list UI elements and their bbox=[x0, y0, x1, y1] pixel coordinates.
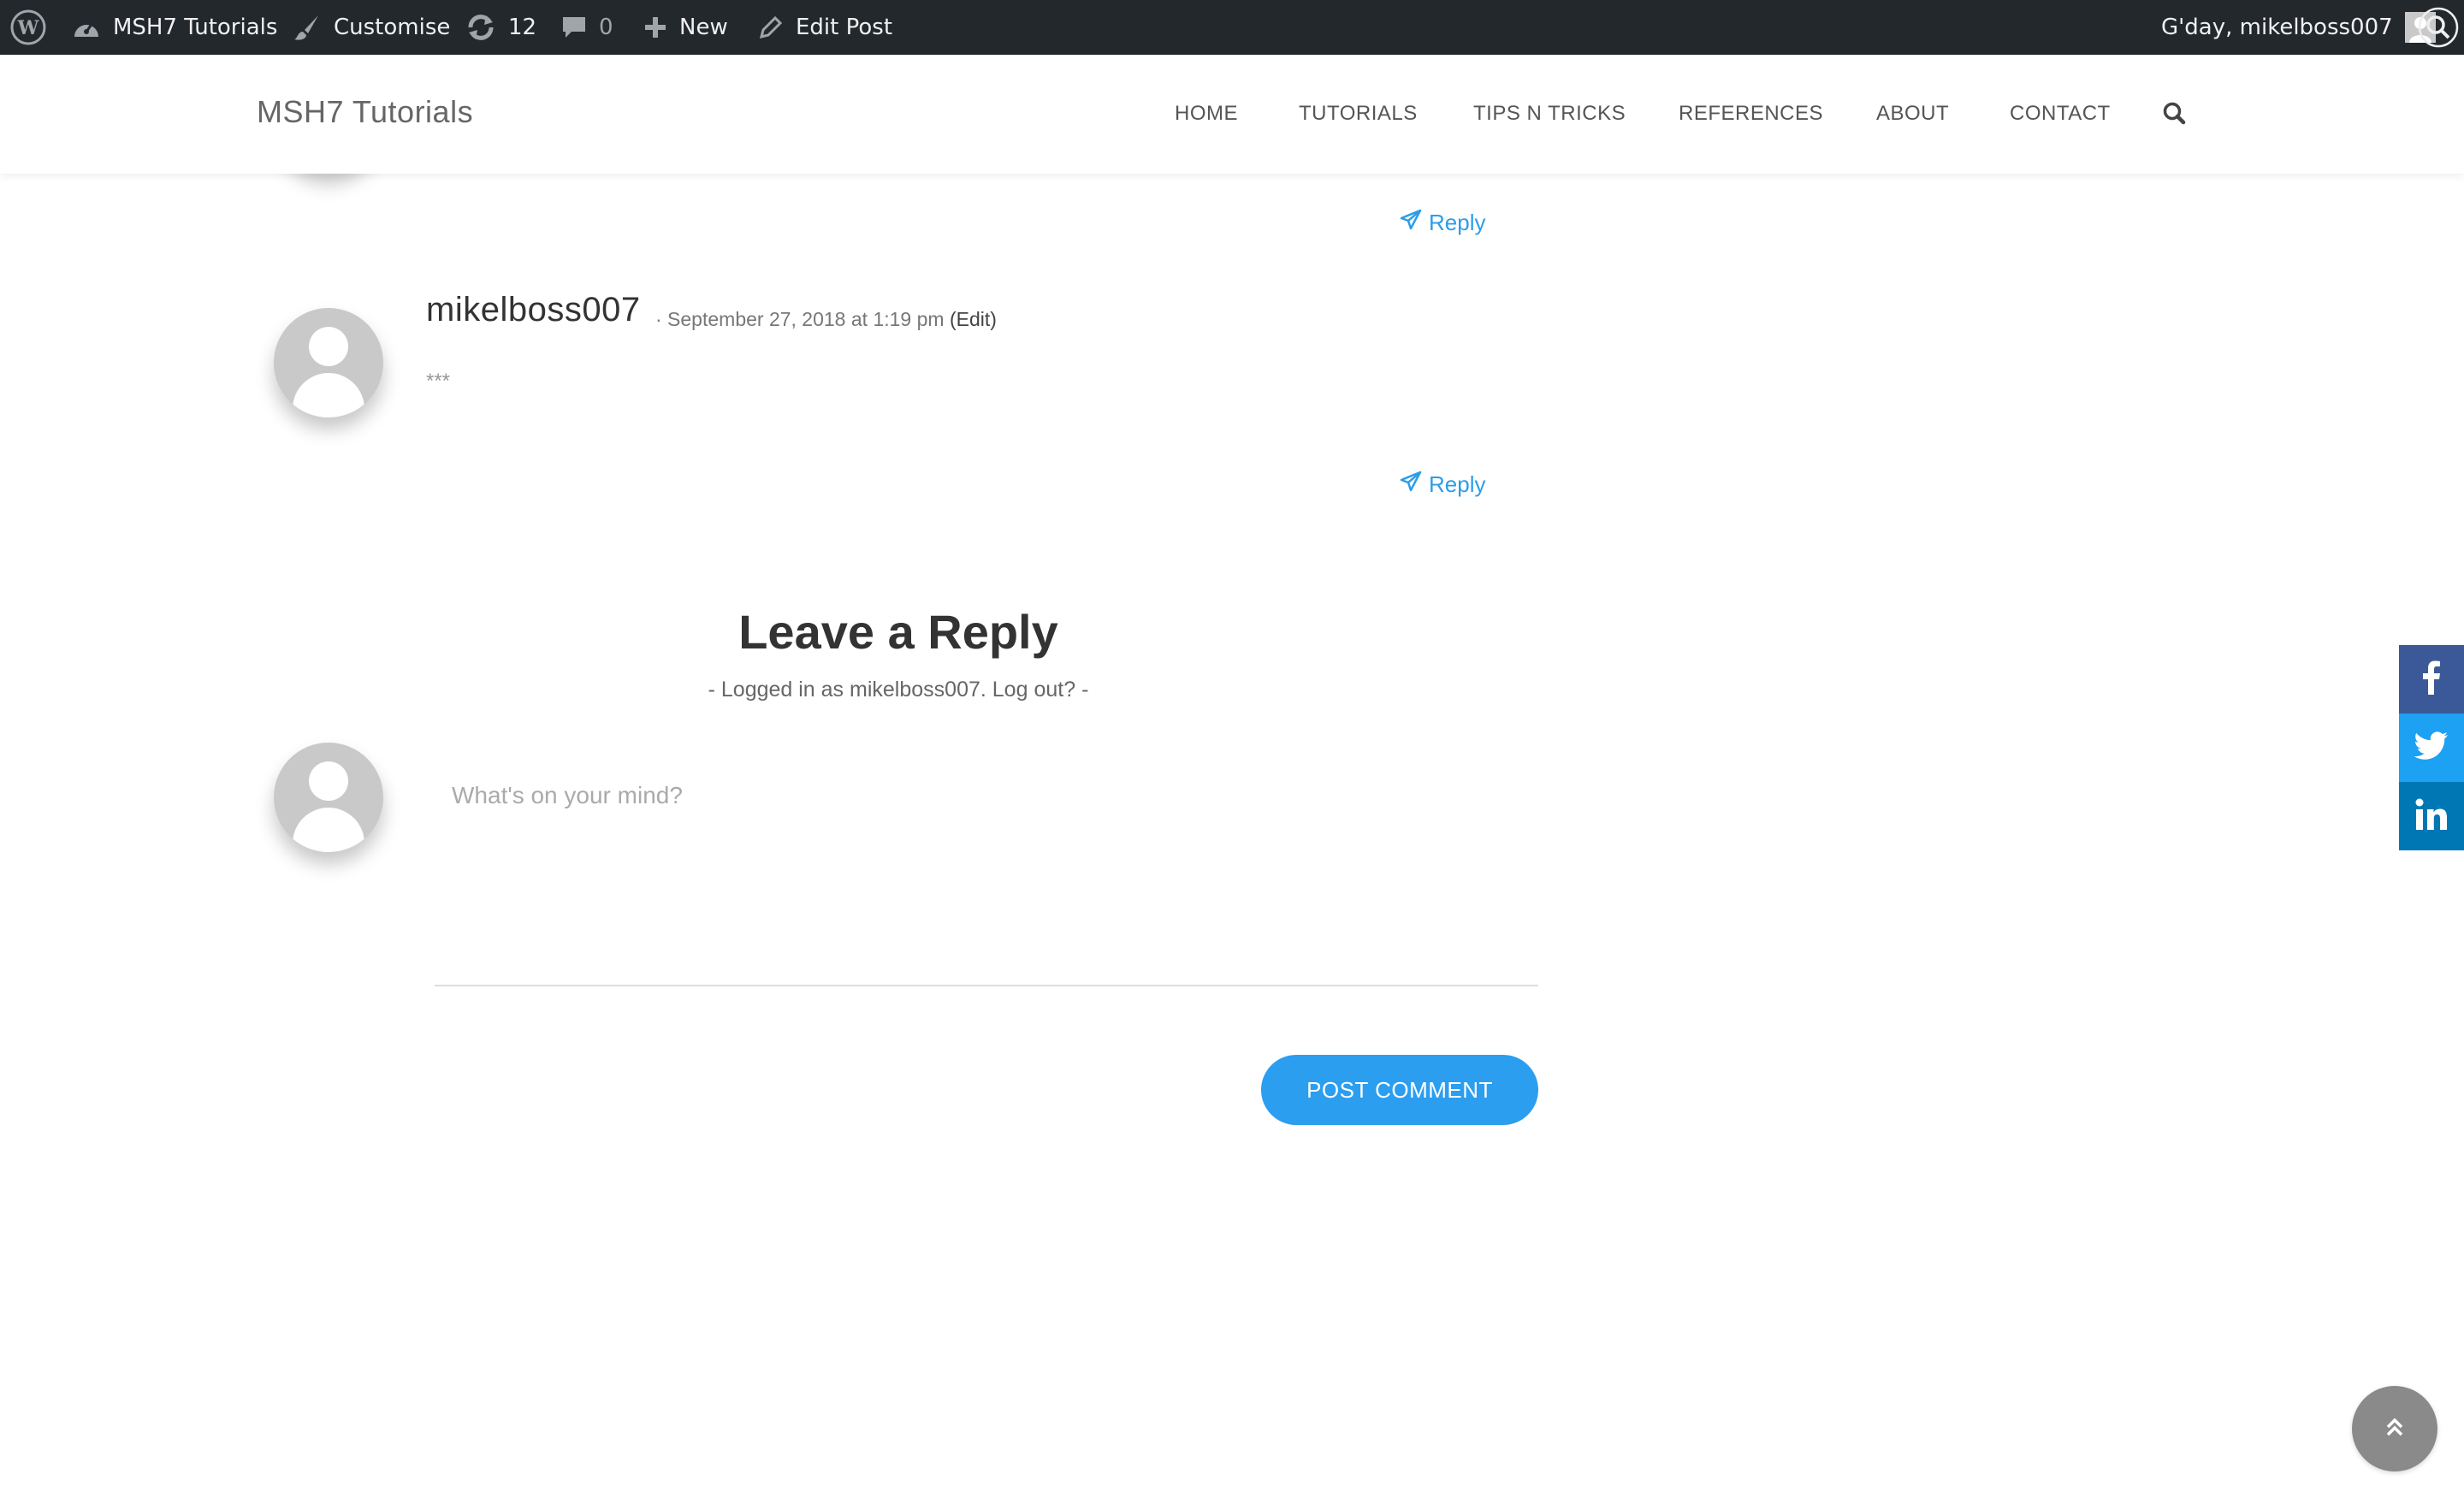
search-icon bbox=[2418, 7, 2459, 48]
svg-text:W: W bbox=[17, 17, 39, 39]
reply-label: Reply bbox=[1429, 471, 1486, 497]
nav-contact[interactable]: CONTACT bbox=[2010, 102, 2111, 126]
admin-bar: W MSH7 Tutorials Customise 12 0 New Edit… bbox=[0, 0, 2464, 55]
admin-search-button[interactable] bbox=[2418, 0, 2459, 55]
paper-plane-icon bbox=[1400, 471, 1422, 499]
comment-bubble-icon bbox=[561, 15, 587, 40]
wordpress-menu[interactable]: W bbox=[10, 0, 46, 55]
comment-textarea[interactable] bbox=[435, 770, 1538, 986]
post-comment-button[interactable]: POST COMMENT bbox=[1261, 1055, 1538, 1125]
comments-count: 0 bbox=[599, 15, 613, 40]
comment-text: *** bbox=[426, 370, 451, 393]
paintbrush-icon bbox=[293, 13, 322, 42]
comment-date[interactable]: · September 27, 2018 at 1:19 pm bbox=[655, 308, 945, 330]
edit-post-link[interactable]: Edit Post bbox=[758, 0, 892, 55]
dashboard-icon bbox=[72, 15, 101, 40]
nav-home[interactable]: HOME bbox=[1175, 102, 1238, 126]
updates-link[interactable]: 12 bbox=[465, 0, 536, 55]
share-twitter-button[interactable] bbox=[2399, 713, 2464, 782]
share-linkedin-button[interactable] bbox=[2399, 782, 2464, 850]
greeting-label: G'day, mikelboss007 bbox=[2161, 15, 2393, 40]
site-title[interactable]: MSH7 Tutorials bbox=[257, 94, 473, 130]
nav-references[interactable]: REFERENCES bbox=[1679, 102, 1823, 126]
customise-label: Customise bbox=[334, 15, 451, 40]
site-header: MSH7 Tutorials HOME TUTORIALS TIPS N TRI… bbox=[0, 55, 2464, 174]
logged-in-notice: - Logged in as mikelboss007. Log out? - bbox=[0, 678, 1797, 702]
nav-tips-n-tricks[interactable]: TIPS N TRICKS bbox=[1473, 102, 1626, 126]
twitter-icon bbox=[2414, 731, 2449, 765]
pencil-icon bbox=[758, 15, 784, 40]
share-facebook-button[interactable] bbox=[2399, 645, 2464, 713]
logged-in-user-link[interactable]: mikelboss007. bbox=[850, 678, 986, 702]
site-name-link[interactable]: MSH7 Tutorials bbox=[72, 0, 277, 55]
logged-in-suffix: - bbox=[1081, 678, 1089, 702]
comments-link[interactable]: 0 bbox=[561, 0, 613, 55]
my-account-link[interactable]: G'day, mikelboss007 bbox=[2161, 0, 2436, 55]
logged-in-prefix: - Logged in as bbox=[708, 678, 844, 702]
updates-count: 12 bbox=[508, 15, 537, 40]
new-content-link[interactable]: New bbox=[643, 0, 728, 55]
linkedin-icon bbox=[2415, 798, 2448, 835]
site-name-label: MSH7 Tutorials bbox=[113, 15, 278, 40]
plus-icon bbox=[643, 15, 667, 39]
reply-link[interactable]: Reply bbox=[1400, 209, 1485, 237]
edit-post-label: Edit Post bbox=[796, 15, 893, 40]
refresh-icon bbox=[465, 14, 496, 41]
reply-form-title: Leave a Reply bbox=[738, 605, 1058, 659]
comment-edit-link[interactable]: (Edit) bbox=[950, 308, 997, 330]
facebook-icon bbox=[2422, 660, 2441, 699]
paper-plane-icon bbox=[1400, 209, 1422, 237]
reply-form-avatar bbox=[274, 743, 383, 852]
new-label: New bbox=[679, 15, 728, 40]
scroll-to-top-button[interactable] bbox=[2352, 1386, 2437, 1471]
comment-meta: · September 27, 2018 at 1:19 pm (Edit) bbox=[655, 308, 997, 331]
wordpress-logo-icon: W bbox=[10, 9, 46, 45]
nav-search-icon[interactable] bbox=[2162, 101, 2186, 129]
comment-author[interactable]: mikelboss007 bbox=[426, 291, 641, 329]
reply-label: Reply bbox=[1429, 210, 1486, 235]
reply-link[interactable]: Reply bbox=[1400, 471, 1485, 499]
customise-link[interactable]: Customise bbox=[293, 0, 450, 55]
double-chevron-up-icon bbox=[2382, 1414, 2408, 1444]
nav-tutorials[interactable]: TUTORIALS bbox=[1299, 102, 1418, 126]
logout-link[interactable]: Log out? bbox=[992, 678, 1075, 702]
nav-about[interactable]: ABOUT bbox=[1876, 102, 1949, 126]
comment-author-avatar bbox=[274, 308, 383, 417]
